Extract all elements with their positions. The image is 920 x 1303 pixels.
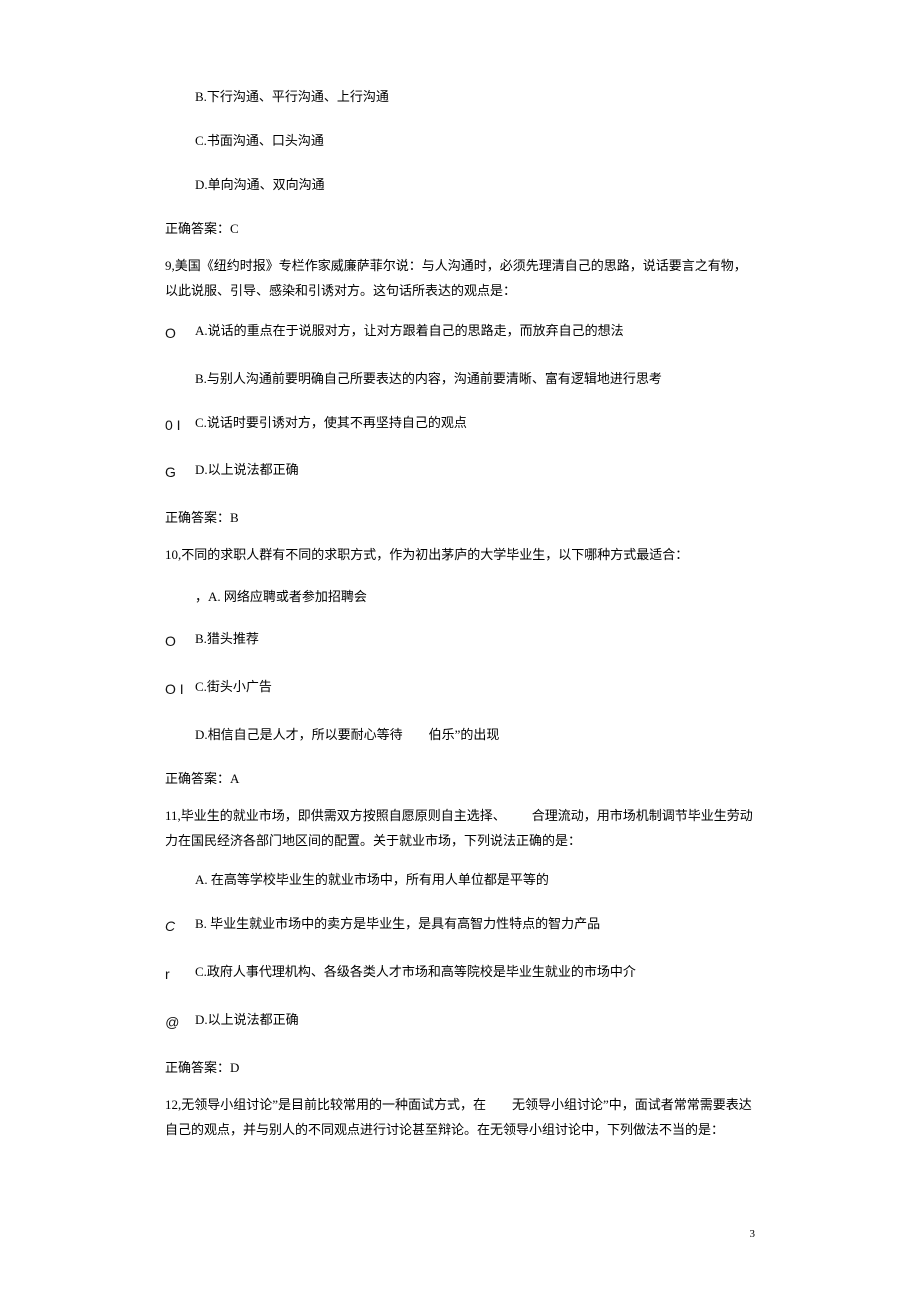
q9-answer: 正确答案：B <box>165 507 755 529</box>
q9-option-d: D.以上说法都正确 <box>195 459 755 481</box>
q10-marker-b: O <box>165 628 195 654</box>
q11-marker-b: C <box>165 913 195 939</box>
q9-option-c-row: 0 I C.说话时要引诱对方，使其不再坚持自己的观点 <box>165 412 755 438</box>
q10-option-c: C.街头小广告 <box>195 676 755 698</box>
q12-stem: 12,无领导小组讨论”是目前比较常用的一种面试方式，在 无领导小组讨论”中，面试… <box>165 1093 755 1142</box>
q9-option-a-row: O A.说话的重点在于说服对方，让对方跟着自己的思路走，而放弃自己的想法 <box>165 320 755 346</box>
q10-option-d: D.相信自己是人才，所以要耐心等待 伯乐”的出现 <box>165 724 755 746</box>
q8-answer: 正确答案：C <box>165 218 755 240</box>
q11-option-c-row: r C.政府人事代理机构、各级各类人才市场和高等院校是毕业生就业的市场中介 <box>165 961 755 987</box>
q11-answer: 正确答案：D <box>165 1057 755 1079</box>
q10-stem: 10,不同的求职人群有不同的求职方式，作为初出茅庐的大学毕业生，以下哪种方式最适… <box>165 543 755 568</box>
q8-option-b: B.下行沟通、平行沟通、上行沟通 <box>165 86 755 108</box>
q10-marker-c: O I <box>165 676 195 702</box>
q11-option-a: A. 在高等学校毕业生的就业市场中，所有用人单位都是平等的 <box>165 869 755 891</box>
q11-option-b-row: C B. 毕业生就业市场中的卖方是毕业生，是具有高智力性特点的智力产品 <box>165 913 755 939</box>
q10-option-b: B.猎头推荐 <box>195 628 755 650</box>
q9-option-d-row: G D.以上说法都正确 <box>165 459 755 485</box>
q10-option-b-row: O B.猎头推荐 <box>165 628 755 654</box>
q9-marker-d: G <box>165 459 195 485</box>
q8-option-d: D.单向沟通、双向沟通 <box>165 174 755 196</box>
q11-option-d-row: @ D.以上说法都正确 <box>165 1009 755 1035</box>
q9-option-b: B.与别人沟通前要明确自己所要表达的内容，沟通前要清晰、富有逻辑地进行思考 <box>165 368 755 390</box>
q11-option-d: D.以上说法都正确 <box>195 1009 755 1031</box>
q9-stem: 9,美国《纽约时报》专栏作家威廉萨菲尔说：与人沟通时，必须先理清自己的思路，说话… <box>165 254 755 303</box>
q9-option-c: C.说话时要引诱对方，使其不再坚持自己的观点 <box>195 412 755 434</box>
page-content: B.下行沟通、平行沟通、上行沟通 C.书面沟通、口头沟通 D.单向沟通、双向沟通… <box>0 0 920 1198</box>
q9-marker-c: 0 I <box>165 412 195 438</box>
q10-answer: 正确答案：A <box>165 768 755 790</box>
q11-marker-c: r <box>165 961 195 987</box>
q10-option-a: ，A. 网络应聘或者参加招聘会 <box>165 586 755 608</box>
q11-marker-d: @ <box>165 1009 195 1035</box>
q9-option-a: A.说话的重点在于说服对方，让对方跟着自己的思路走，而放弃自己的想法 <box>195 320 755 342</box>
q11-option-c: C.政府人事代理机构、各级各类人才市场和高等院校是毕业生就业的市场中介 <box>195 961 755 983</box>
page-number: 3 <box>0 1228 920 1240</box>
q8-option-c: C.书面沟通、口头沟通 <box>165 130 755 152</box>
q11-stem: 11,毕业生的就业市场，即供需双方按照自愿原则自主选择、 合理流动，用市场机制调… <box>165 804 755 853</box>
q9-marker-a: O <box>165 320 195 346</box>
q11-option-b: B. 毕业生就业市场中的卖方是毕业生，是具有高智力性特点的智力产品 <box>195 913 755 935</box>
q10-option-c-row: O I C.街头小广告 <box>165 676 755 702</box>
